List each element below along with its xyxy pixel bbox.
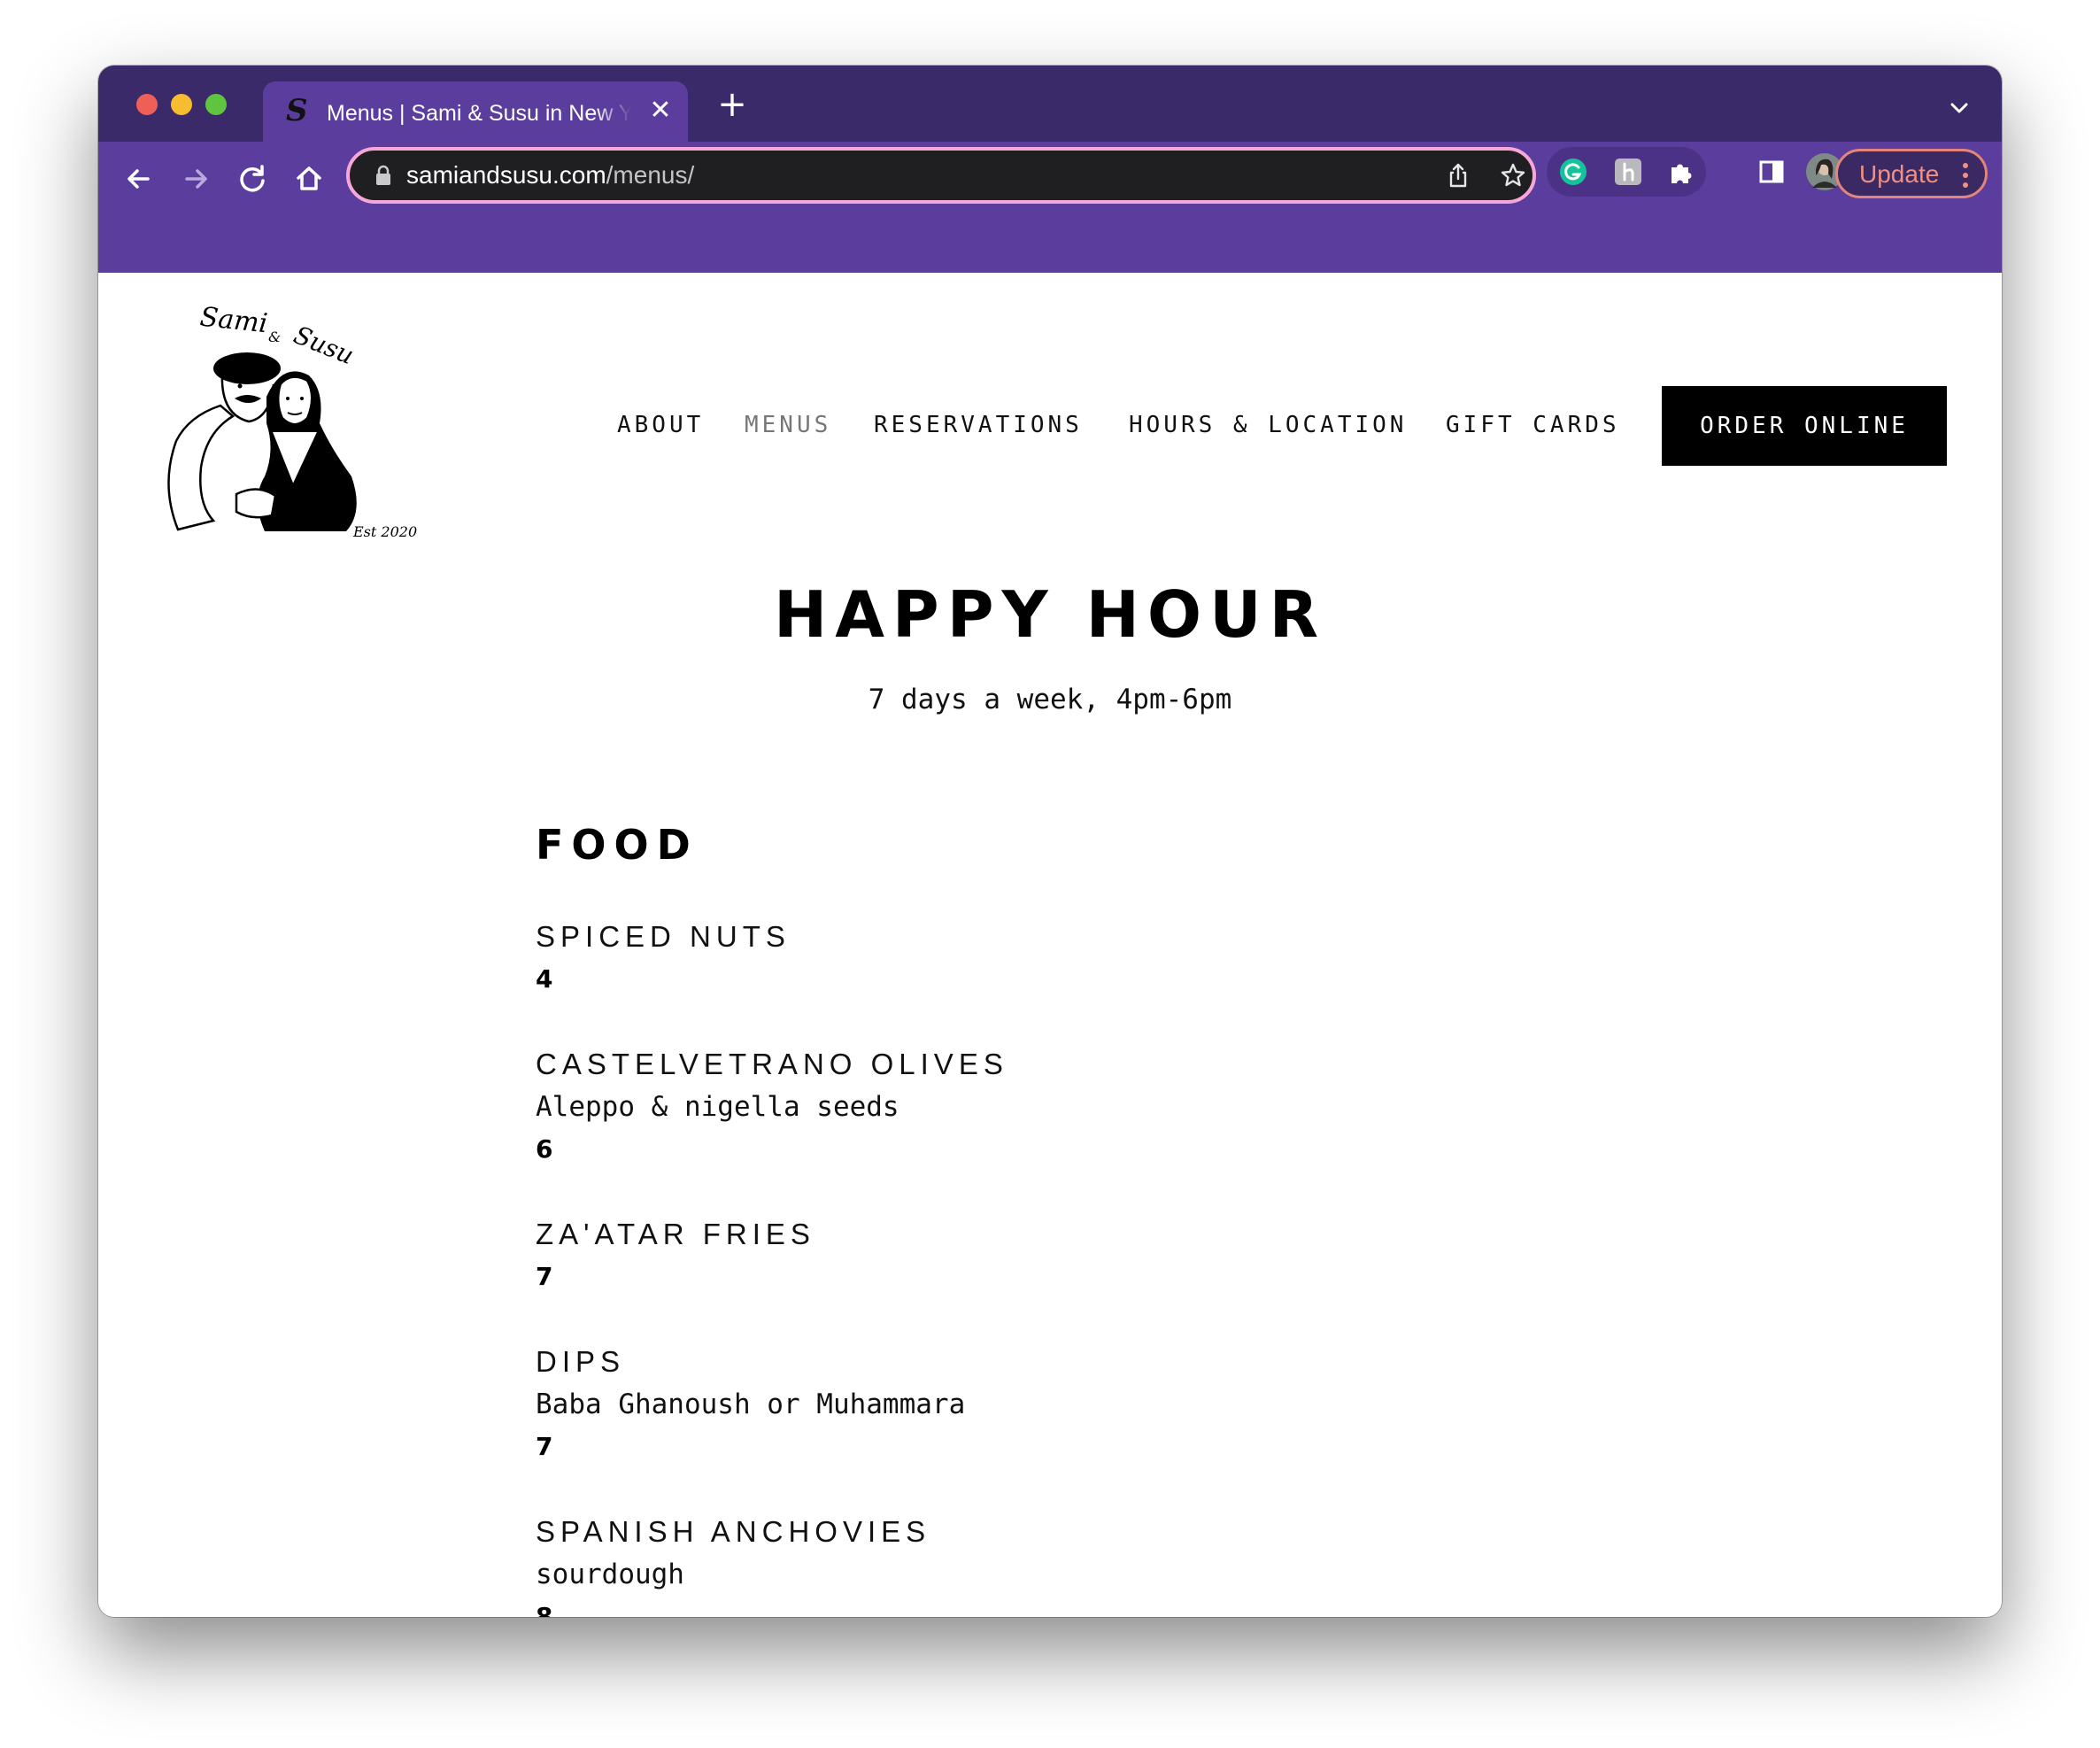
nav-gift-cards[interactable]: GIFT CARDS	[1446, 407, 1620, 443]
menu-item-price: 6	[536, 1134, 553, 1164]
url-path: /menus/	[606, 161, 695, 189]
logo-est: Est 2020	[352, 523, 417, 540]
menu-item: SPICED NUTS 4	[536, 916, 1598, 1001]
nav-about[interactable]: ABOUT	[617, 407, 704, 443]
menu-item: ZA'ATAR FRIES 7	[536, 1213, 1598, 1298]
tab-title: Menus | Sami & Susu in New York	[327, 101, 631, 126]
menu-item-name: CASTELVETRANO OLIVES	[536, 1048, 1008, 1080]
menu-item-name: SPANISH ANCHOVIES	[536, 1515, 931, 1548]
grammarly-icon[interactable]	[1559, 158, 1587, 186]
menu-item-name: DIPS	[536, 1345, 626, 1378]
tab-close-button[interactable]: ✕	[645, 96, 676, 126]
menu-item-price: 8	[536, 1602, 553, 1617]
reload-icon[interactable]	[233, 159, 272, 198]
order-online-button[interactable]: ORDER ONLINE	[1662, 386, 1947, 466]
forward-arrow-icon[interactable]	[176, 159, 215, 198]
home-icon[interactable]	[290, 159, 328, 198]
url-host: samiandsusu.com	[406, 161, 606, 189]
minimize-window-button[interactable]	[171, 94, 192, 115]
browser-window: S Menus | Sami & Susu in New York ✕ + sa…	[98, 66, 2002, 1617]
svg-text:Susu: Susu	[290, 320, 358, 370]
kebab-menu-icon[interactable]	[1962, 162, 1969, 189]
svg-text:Sami: Sami	[198, 302, 269, 340]
menu-item-price: 7	[536, 1262, 553, 1291]
tab-favicon-icon: S	[286, 93, 308, 128]
menu-item: CASTELVETRANO OLIVES Aleppo & nigella se…	[536, 1043, 1598, 1171]
section-title-food: FOOD	[536, 821, 699, 869]
browser-titlebar: S Menus | Sami & Susu in New York ✕ +	[98, 66, 2002, 142]
menu-item-price: 4	[536, 964, 553, 994]
lock-icon[interactable]	[374, 165, 392, 186]
page-title: HAPPY HOUR	[773, 577, 1327, 652]
puzzle-icon[interactable]	[1667, 158, 1695, 186]
menu-item: DIPS Baba Ghanoush or Muhammara 7	[536, 1341, 1598, 1468]
url-text[interactable]: samiandsusu.com/menus/	[406, 159, 694, 191]
menu-item-description: sourdough	[536, 1559, 684, 1590]
tab-list-chevron-icon[interactable]	[1947, 96, 1972, 120]
menu-item-description: Baba Ghanoush or Muhammara	[536, 1388, 966, 1420]
back-arrow-icon[interactable]	[120, 159, 158, 198]
nav-reservations[interactable]: RESERVATIONS	[874, 407, 1083, 443]
address-bar[interactable]: samiandsusu.com/menus/	[346, 147, 1536, 204]
update-button[interactable]: Update	[1835, 149, 1988, 198]
extensions-group	[1547, 147, 1706, 197]
share-icon[interactable]	[1444, 161, 1472, 189]
menu-item-description: Aleppo & nigella seeds	[536, 1091, 899, 1123]
update-label: Update	[1859, 160, 1940, 188]
page-subtitle: 7 days a week, 4pm-6pm	[868, 684, 1232, 715]
nav-menus[interactable]: MENUS	[745, 407, 831, 443]
menu-item-name: ZA'ATAR FRIES	[536, 1218, 815, 1250]
maximize-window-button[interactable]	[205, 94, 227, 115]
sidebar-icon[interactable]	[1757, 158, 1786, 186]
extension-h-icon[interactable]	[1614, 158, 1642, 186]
svg-text:&: &	[268, 329, 281, 345]
star-icon[interactable]	[1499, 161, 1527, 189]
active-tab[interactable]: S Menus | Sami & Susu in New York ✕	[263, 81, 688, 142]
close-window-button[interactable]	[136, 94, 158, 115]
menu-item-price: 7	[536, 1432, 553, 1461]
nav-hours-location[interactable]: HOURS & LOCATION	[1129, 407, 1407, 443]
menu-item: SPANISH ANCHOVIES sourdough 8	[536, 1511, 1598, 1617]
menu-item-name: SPICED NUTS	[536, 920, 791, 953]
new-tab-button[interactable]: +	[713, 85, 752, 124]
web-page: Sami & Susu Est 2020 ABOUT MENUS RESERVA…	[98, 273, 2002, 1617]
sami-and-susu-logo[interactable]: Sami & Susu Est 2020	[151, 299, 417, 547]
